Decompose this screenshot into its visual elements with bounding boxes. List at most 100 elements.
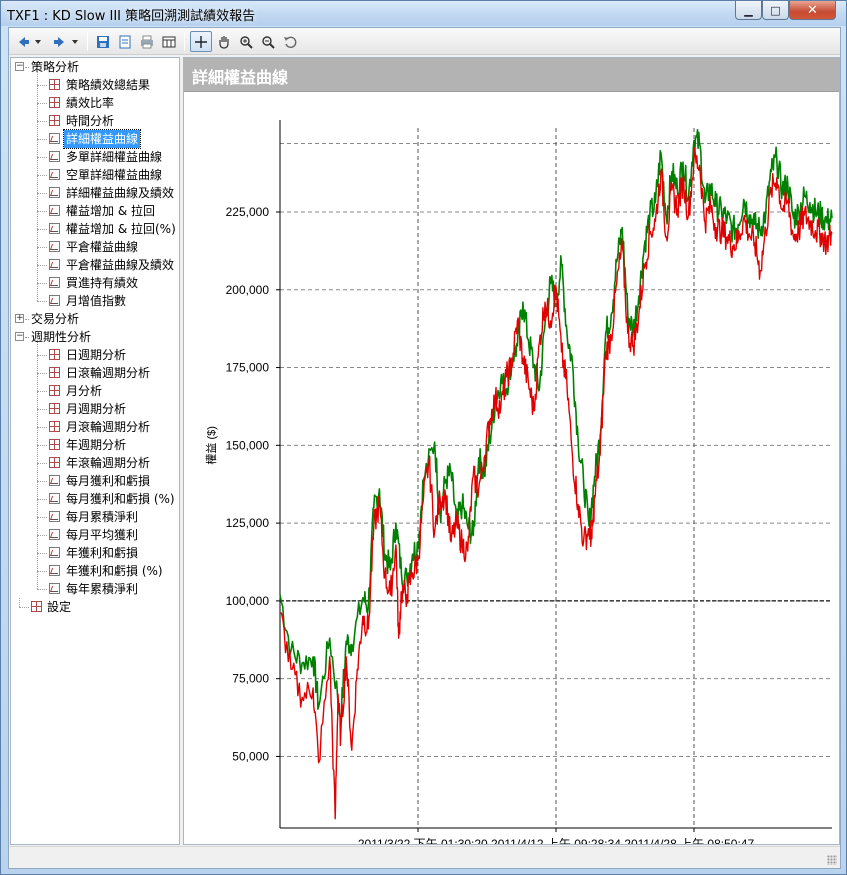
- tree-connector: [37, 85, 47, 86]
- table-view-button[interactable]: [158, 31, 180, 52]
- tree-node-label[interactable]: 每月獲利和虧損: [64, 472, 152, 490]
- pan-button[interactable]: [213, 31, 235, 52]
- equity-chart[interactable]: 50,000 75,000 100,000 125,000 150,000 175,000…: [184, 93, 839, 844]
- tree-node-label[interactable]: 年獲利和虧損: [64, 544, 140, 562]
- tree-connector: [37, 535, 38, 553]
- tree-node-label[interactable]: 月增值指數: [64, 292, 128, 310]
- collapse-icon[interactable]: −: [15, 332, 24, 341]
- tree-connector: [37, 553, 47, 554]
- tree-node-label[interactable]: 每月平均獲利: [64, 526, 140, 544]
- chart-icon: [49, 511, 60, 522]
- tree-node-label[interactable]: 設定: [45, 598, 73, 616]
- x-tick-label: 2011/3/22 下午 01:30:20: [358, 837, 488, 844]
- tree-node-label[interactable]: 月分析: [64, 382, 104, 400]
- tree-node-label[interactable]: 權益增加 & 拉回(%): [64, 220, 178, 238]
- zoom-in-button[interactable]: [235, 31, 257, 52]
- table-icon: [49, 385, 60, 396]
- tree-node-label[interactable]: 交易分析: [29, 310, 81, 328]
- expand-icon[interactable]: +: [15, 314, 24, 323]
- tree-node-label[interactable]: 每月累積淨利: [64, 508, 140, 526]
- tree-node-label[interactable]: 多單詳細權益曲線: [64, 148, 164, 166]
- tree-node-label[interactable]: 年週期分析: [64, 436, 128, 454]
- back-button[interactable]: [12, 31, 34, 52]
- back-dropdown[interactable]: [32, 31, 44, 52]
- title-bar[interactable]: TXF1 : KD Slow III 策略回溯測試績效報告 ▁ □ ✕: [1, 1, 846, 26]
- tree-connector: [37, 409, 38, 427]
- chart-icon: [49, 295, 60, 306]
- collapse-icon[interactable]: −: [15, 62, 24, 71]
- tree-connector: [37, 571, 47, 572]
- tree-connector: [37, 373, 47, 374]
- tree-connector: [37, 571, 38, 589]
- table-icon: [162, 36, 176, 47]
- tree-node-label[interactable]: 日滾輪週期分析: [64, 364, 152, 382]
- tree-node-label[interactable]: 詳細權益曲線及績效: [64, 184, 176, 202]
- chart-icon: [49, 259, 60, 270]
- tree-connector: [37, 481, 38, 499]
- tree-node-label[interactable]: 平倉權益曲線: [64, 238, 140, 256]
- chart-icon: [49, 133, 60, 144]
- tree-node-label[interactable]: 月滾輪週期分析: [64, 418, 152, 436]
- zoom-in-icon: [240, 35, 253, 49]
- tree-node-label[interactable]: 權益增加 & 拉回: [64, 202, 157, 220]
- tree-node[interactable]: 設定: [11, 598, 179, 616]
- print-button[interactable]: [136, 31, 158, 52]
- tree-connector: [37, 463, 38, 481]
- forward-button[interactable]: [49, 31, 71, 52]
- chart-icon: [49, 223, 60, 234]
- tree-connector: [37, 445, 47, 446]
- tree-connector: [37, 589, 47, 590]
- chart-icon: [49, 241, 60, 252]
- tree-node-label[interactable]: 日週期分析: [64, 346, 128, 364]
- tree-node[interactable]: 月增值指數: [11, 283, 179, 310]
- tree-connector: [37, 409, 47, 410]
- undo-icon: [284, 36, 297, 48]
- tree-connector: [37, 121, 47, 122]
- x-tick-label: 2011/4/28 上午 08:50:47: [621, 837, 755, 844]
- tree-node-label[interactable]: 策略績效總結果: [64, 76, 152, 94]
- chart-panel: 詳細權益曲線 50,000 75,000 100,000 125,000 150,000…: [183, 57, 840, 845]
- tree-connector: [37, 301, 47, 302]
- save-button[interactable]: [92, 31, 114, 52]
- tree-connector: [37, 535, 47, 536]
- zoom-out-button[interactable]: [257, 31, 279, 52]
- report-tree[interactable]: − 策略分析 策略績效總結果 績效比率 時間分析 詳細權益曲線 多單詳細權益曲線 空單詳細權益…: [10, 57, 180, 845]
- tree-node-label[interactable]: 平倉權益曲線及績效: [64, 256, 176, 274]
- tree-node-label[interactable]: 年滾輪週期分析: [64, 454, 152, 472]
- close-icon: ✕: [807, 2, 818, 18]
- tree-connector: [37, 247, 38, 265]
- tree-node-label[interactable]: 年獲利和虧損 (%): [64, 562, 165, 580]
- close-button[interactable]: ✕: [789, 1, 836, 20]
- maximize-button[interactable]: □: [762, 1, 789, 20]
- tree-connector: [37, 517, 38, 535]
- tree-node-label[interactable]: 績效比率: [64, 94, 116, 112]
- crosshair-button[interactable]: [190, 31, 212, 52]
- tree-node[interactable]: + 交易分析: [11, 310, 179, 328]
- chart-icon: [49, 169, 60, 180]
- tree-node-label[interactable]: 月週期分析: [64, 400, 128, 418]
- minimize-button[interactable]: ▁: [735, 1, 762, 20]
- tree-connector: [37, 499, 38, 517]
- tree-connector: [37, 481, 47, 482]
- tree-node-label[interactable]: 詳細權益曲線: [62, 129, 142, 149]
- page-setup-button[interactable]: [114, 31, 136, 52]
- table-icon: [49, 349, 60, 360]
- toolbar: [9, 28, 840, 55]
- tree-node-label[interactable]: 時間分析: [64, 112, 116, 130]
- tree-connector: [37, 175, 47, 176]
- resize-grip-icon[interactable]: [827, 855, 837, 865]
- client-area: − 策略分析 策略績效總結果 績效比率 時間分析 詳細權益曲線 多單詳細權益曲線 空單詳細權益…: [8, 27, 841, 869]
- tree-node-label[interactable]: 每年累積淨利: [64, 580, 140, 598]
- chevron-down-icon: [72, 39, 78, 44]
- arrow-left-icon: [19, 36, 29, 47]
- tree-node-label[interactable]: 買進持有績效: [64, 274, 140, 292]
- tree-node-label[interactable]: 每月獲利和虧損 (%): [64, 490, 177, 508]
- tree-node[interactable]: 每年累積淨利: [11, 571, 179, 598]
- chart-icon: [49, 277, 60, 288]
- tree-connector: [37, 157, 47, 158]
- tree-connector: [37, 211, 38, 229]
- reset-view-button[interactable]: [279, 31, 301, 52]
- forward-dropdown[interactable]: [69, 31, 81, 52]
- tree-node-label[interactable]: 週期性分析: [29, 328, 93, 346]
- tree-node-label[interactable]: 空單詳細權益曲線: [64, 166, 164, 184]
